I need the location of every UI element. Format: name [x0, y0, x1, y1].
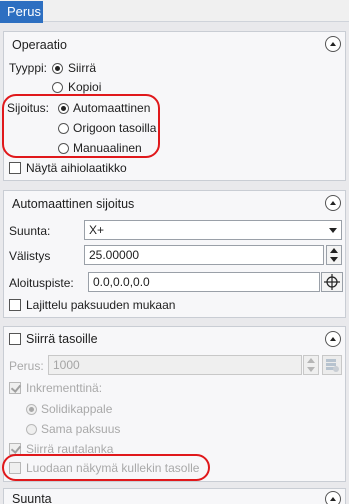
- layers-icon: [326, 359, 339, 372]
- direction-value: X+: [89, 223, 105, 237]
- pick-point-button[interactable]: [321, 272, 343, 292]
- layers-button[interactable]: [322, 355, 342, 375]
- move-to-layers-title[interactable]: Siirrä tasoille: [26, 332, 98, 346]
- stepper-up-icon[interactable]: [330, 248, 338, 253]
- show-dialog-checkbox[interactable]: [9, 162, 21, 174]
- direction-label: Suunta:: [9, 224, 51, 238]
- type-radio-copy[interactable]: [52, 82, 63, 93]
- placement-label: Sijoitus:: [7, 101, 50, 115]
- placement-option-manual-label[interactable]: Manuaalinen: [73, 141, 142, 155]
- incremental-option-same-thickness-label[interactable]: Sama paksuus: [41, 422, 120, 436]
- create-view-checkbox[interactable]: [9, 462, 21, 474]
- placement-option-automatic-label[interactable]: Automaattinen: [73, 101, 150, 115]
- type-option-copy-label[interactable]: Kopioi: [68, 80, 101, 94]
- base-layer-stepper[interactable]: [303, 355, 319, 375]
- type-radio-move[interactable]: [52, 63, 63, 74]
- type-option-move-label[interactable]: Siirrä: [68, 61, 96, 75]
- stepper-up-icon[interactable]: [307, 358, 315, 363]
- placement-option-origin-label[interactable]: Origoon tasoilla: [73, 121, 156, 135]
- placement-radio-origin[interactable]: [58, 123, 69, 134]
- operation-panel: Operaatio Tyyppi: Siirrä Kopioi Sijoitus…: [3, 31, 346, 181]
- spacing-stepper[interactable]: [326, 245, 342, 265]
- incremental-label[interactable]: Inkrementtinä:: [26, 381, 102, 395]
- stepper-down-icon[interactable]: [330, 257, 338, 262]
- placement-radio-automatic[interactable]: [58, 103, 69, 114]
- auto-placement-panel: Automaattinen sijoitus Suunta: X+ Välist…: [3, 190, 346, 318]
- type-label: Tyyppi:: [9, 61, 48, 75]
- placement-radio-manual[interactable]: [58, 143, 69, 154]
- move-to-layers-panel: Siirrä tasoille Perus: 1000 Inkrementtin…: [3, 326, 346, 482]
- tab-perus[interactable]: Perus: [0, 1, 43, 23]
- collapse-up-icon[interactable]: [325, 36, 341, 52]
- collapse-up-icon[interactable]: [325, 195, 341, 211]
- tab-bar: Perus: [0, 0, 349, 23]
- sort-by-thickness-label[interactable]: Lajittelu paksuuden mukaan: [26, 298, 175, 312]
- direction-panel-title: Suunta: [12, 492, 52, 504]
- start-point-input[interactable]: 0.0,0.0,0.0: [88, 272, 320, 292]
- incremental-checkbox[interactable]: [9, 382, 21, 394]
- chevron-down-icon: [329, 228, 337, 233]
- create-view-label[interactable]: Luodaan näkymä kullekin tasolle: [26, 461, 199, 475]
- move-wireframe-label[interactable]: Siirrä rautalanka: [26, 442, 113, 456]
- start-point-label: Aloituspiste:: [9, 276, 74, 290]
- crosshair-icon: [324, 274, 340, 290]
- show-dialog-label[interactable]: Näytä aihiolaatikko: [26, 161, 127, 175]
- incremental-option-solid-label[interactable]: Solidikappale: [41, 402, 112, 416]
- auto-placement-title: Automaattinen sijoitus: [12, 197, 135, 211]
- incremental-radio-solid[interactable]: [26, 404, 37, 415]
- move-to-layers-checkbox[interactable]: [9, 333, 21, 345]
- direction-panel: Suunta: [3, 488, 346, 504]
- base-layer-label: Perus:: [9, 359, 44, 373]
- incremental-radio-same-thickness[interactable]: [26, 424, 37, 435]
- base-layer-input[interactable]: 1000: [48, 355, 302, 375]
- collapse-up-icon[interactable]: [325, 331, 341, 347]
- move-wireframe-checkbox[interactable]: [9, 443, 21, 455]
- direction-dropdown[interactable]: X+: [84, 220, 342, 240]
- operation-panel-title: Operaatio: [12, 38, 67, 52]
- spacing-label: Välistys: [9, 249, 51, 263]
- collapse-up-icon[interactable]: [325, 491, 341, 504]
- spacing-input[interactable]: 25.00000: [84, 245, 324, 265]
- stepper-down-icon[interactable]: [307, 367, 315, 372]
- sort-by-thickness-checkbox[interactable]: [9, 299, 21, 311]
